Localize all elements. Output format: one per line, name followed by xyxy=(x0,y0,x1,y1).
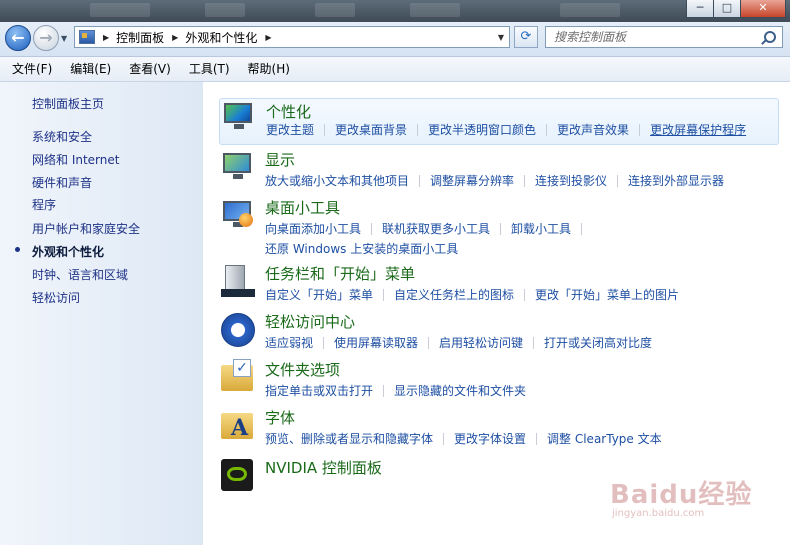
sidebar-item-hardware-sound[interactable]: 硬件和声音 xyxy=(32,174,92,191)
category-desktop-gadgets: 桌面小工具 向桌面添加小工具 联机获取更多小工具 卸载小工具还原 Windows 上… xyxy=(219,197,777,256)
watermark-url: jingyan.baidu.com xyxy=(612,508,705,519)
sidebar-item-system-security[interactable]: 系统和安全 xyxy=(32,128,92,145)
task-link[interactable]: 自定义「开始」菜单 xyxy=(265,288,373,302)
menu-help[interactable]: 帮助(H) xyxy=(242,57,296,81)
nvidia-icon[interactable] xyxy=(221,459,253,491)
task-link[interactable]: 放大或缩小文本和其他项目 xyxy=(265,174,409,188)
category-folder-options: 文件夹选项 指定单击或双击打开 显示隐藏的文件和文件夹 xyxy=(219,359,777,399)
search-input[interactable] xyxy=(546,27,754,47)
menu-file[interactable]: 文件(F) xyxy=(6,57,58,81)
content-pane: 个性化 更改主题 更改桌面背景 更改半透明窗口颜色 更改声音效果 更改屏幕保护程序 显示… xyxy=(203,82,790,545)
task-link[interactable]: 更改屏幕保护程序 xyxy=(650,123,746,137)
search-icon[interactable] xyxy=(764,31,776,43)
ease-of-access-icon[interactable] xyxy=(221,313,255,347)
category-taskbar-start-menu: 任务栏和「开始」菜单 自定义「开始」菜单 自定义任务栏上的图标 更改「开始」菜单上的… xyxy=(219,263,777,303)
chevron-right-icon[interactable]: ▶ xyxy=(103,33,109,42)
category-title[interactable]: 任务栏和「开始」菜单 xyxy=(265,263,415,284)
task-link[interactable]: 联机获取更多小工具 xyxy=(382,222,490,236)
category-display: 显示 放大或缩小文本和其他项目 调整屏幕分辨率 连接到投影仪 连接到外部显示器 xyxy=(219,149,777,189)
navigation-bar: ← → ▼ ▶ 控制面板 ▶ 外观和个性化 ▶ ▼ ⟳ xyxy=(0,22,790,57)
personalization-icon[interactable] xyxy=(222,101,254,133)
sidebar: 控制面板主页 系统和安全 网络和 Internet 硬件和声音 程序 用户帐户和… xyxy=(0,82,203,545)
task-link[interactable]: 连接到外部显示器 xyxy=(628,174,724,188)
task-link[interactable]: 指定单击或双击打开 xyxy=(265,384,373,398)
category-title[interactable]: 轻松访问中心 xyxy=(265,311,355,332)
chevron-right-icon[interactable]: ▶ xyxy=(172,33,178,42)
task-link[interactable]: 更改「开始」菜单上的图片 xyxy=(535,288,679,302)
task-link[interactable]: 连接到投影仪 xyxy=(535,174,607,188)
blurred-title-fragment xyxy=(315,3,355,17)
sidebar-item-appearance[interactable]: 外观和个性化 xyxy=(32,243,104,260)
task-link[interactable]: 打开或关闭高对比度 xyxy=(544,336,652,350)
category-title[interactable]: 桌面小工具 xyxy=(265,197,340,218)
task-link[interactable]: 适应弱视 xyxy=(265,336,313,350)
task-link[interactable]: 还原 Windows 上安装的桌面小工具 xyxy=(265,242,458,256)
task-link[interactable]: 预览、删除或者显示和隐藏字体 xyxy=(265,432,433,446)
sidebar-item-network[interactable]: 网络和 Internet xyxy=(32,151,119,168)
category-title[interactable]: 显示 xyxy=(265,149,295,170)
menu-view[interactable]: 查看(V) xyxy=(123,57,177,81)
task-link[interactable]: 调整屏幕分辨率 xyxy=(430,174,514,188)
sidebar-item-programs[interactable]: 程序 xyxy=(32,196,56,213)
sidebar-item-user-accounts[interactable]: 用户帐户和家庭安全 xyxy=(32,220,140,237)
maximize-button[interactable]: □ xyxy=(713,0,741,18)
breadcrumb-appearance[interactable]: 外观和个性化 xyxy=(185,29,257,46)
refresh-button[interactable]: ⟳ xyxy=(514,26,538,48)
control-panel-icon xyxy=(79,30,95,44)
breadcrumb-control-panel[interactable]: 控制面板 xyxy=(116,29,164,46)
menu-edit[interactable]: 编辑(E) xyxy=(64,57,117,81)
sidebar-item-ease-of-access[interactable]: 轻松访问 xyxy=(32,289,80,306)
window-title-bar: ─ □ ✕ xyxy=(0,0,790,22)
sidebar-home-link[interactable]: 控制面板主页 xyxy=(32,95,104,112)
task-link[interactable]: 更改主题 xyxy=(266,123,314,137)
task-link[interactable]: 更改声音效果 xyxy=(557,123,629,137)
desktop-gadgets-icon[interactable] xyxy=(221,199,253,231)
task-link[interactable]: 启用轻松访问键 xyxy=(439,336,523,350)
menu-tools[interactable]: 工具(T) xyxy=(183,57,236,81)
folder-options-icon[interactable] xyxy=(221,359,253,391)
blurred-title-fragment xyxy=(205,3,245,17)
task-link[interactable]: 更改半透明窗口颜色 xyxy=(428,123,536,137)
task-link[interactable]: 更改字体设置 xyxy=(454,432,526,446)
category-title[interactable]: 文件夹选项 xyxy=(265,359,340,380)
address-dropdown-icon[interactable]: ▼ xyxy=(493,33,509,42)
category-fonts: 字体 预览、删除或者显示和隐藏字体 更改字体设置 调整 ClearType 文本 xyxy=(219,407,777,447)
close-button[interactable]: ✕ xyxy=(740,0,786,18)
forward-button[interactable]: → xyxy=(33,25,59,51)
category-personalization: 个性化 更改主题 更改桌面背景 更改半透明窗口颜色 更改声音效果 更改屏幕保护程序 xyxy=(219,98,779,145)
category-title[interactable]: 个性化 xyxy=(266,101,311,122)
category-title[interactable]: NVIDIA 控制面板 xyxy=(265,457,382,478)
category-nvidia: NVIDIA 控制面板 xyxy=(219,457,777,493)
menu-bar: 文件(F) 编辑(E) 查看(V) 工具(T) 帮助(H) xyxy=(0,57,790,82)
category-ease-of-access: 轻松访问中心 适应弱视 使用屏幕读取器 启用轻松访问键 打开或关闭高对比度 xyxy=(219,311,777,351)
minimize-button[interactable]: ─ xyxy=(686,0,714,18)
task-link[interactable]: 显示隐藏的文件和文件夹 xyxy=(394,384,526,398)
back-button[interactable]: ← xyxy=(5,25,31,51)
chevron-right-icon[interactable]: ▶ xyxy=(265,33,271,42)
search-box[interactable] xyxy=(545,26,783,48)
task-link[interactable]: 调整 ClearType 文本 xyxy=(547,432,662,446)
category-title[interactable]: 字体 xyxy=(265,407,295,428)
task-link[interactable]: 卸载小工具 xyxy=(511,222,571,236)
address-bar[interactable]: ▶ 控制面板 ▶ 外观和个性化 ▶ ▼ xyxy=(74,26,510,48)
blurred-title-fragment xyxy=(410,3,460,17)
active-item-bullet xyxy=(15,247,20,252)
taskbar-icon[interactable] xyxy=(221,265,255,297)
task-link[interactable]: 更改桌面背景 xyxy=(335,123,407,137)
task-link[interactable]: 自定义任务栏上的图标 xyxy=(394,288,514,302)
sidebar-item-clock-region[interactable]: 时钟、语言和区域 xyxy=(32,266,128,283)
recent-pages-dropdown[interactable]: ▼ xyxy=(61,34,67,43)
task-link[interactable]: 向桌面添加小工具 xyxy=(265,222,361,236)
display-icon[interactable] xyxy=(221,151,253,183)
blurred-title-fragment xyxy=(560,3,620,17)
fonts-icon[interactable] xyxy=(221,413,253,441)
task-link[interactable]: 使用屏幕读取器 xyxy=(334,336,418,350)
blurred-title-fragment xyxy=(90,3,150,17)
